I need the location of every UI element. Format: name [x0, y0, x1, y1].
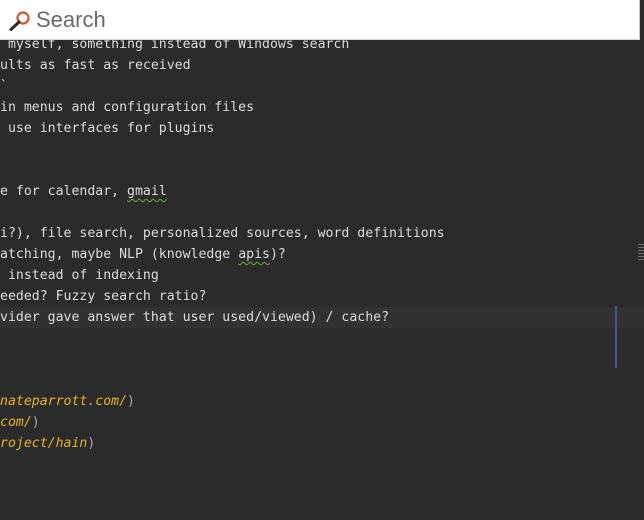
- scrollbar-grip[interactable]: [638, 244, 644, 266]
- text-cursor: [615, 306, 617, 368]
- link-text[interactable]: nateparrott.com/: [0, 394, 127, 409]
- editor-line: instead of indexing: [0, 268, 159, 283]
- link-text[interactable]: roject/hain: [0, 436, 87, 451]
- search-bar: [0, 0, 640, 40]
- editor-line: i?), file search, personalized sources, …: [0, 226, 445, 241]
- spell-error-word[interactable]: gmail: [127, 184, 167, 199]
- code-editor[interactable]: myself, something instead of Windows sea…: [0, 0, 644, 520]
- editor-line: roject/hain): [0, 433, 95, 454]
- editor-line-current: vider gave answer that user used/viewed)…: [0, 310, 390, 325]
- editor-line: ults as fast as received: [0, 58, 191, 73]
- search-input[interactable]: [36, 4, 626, 36]
- editor-line: com/): [0, 412, 40, 433]
- line-text: e for calendar,: [0, 184, 128, 199]
- line-text: atching, maybe NLP (knowledge: [0, 247, 239, 262]
- link-text[interactable]: com/: [0, 415, 32, 430]
- editor-line: nateparrott.com/): [0, 391, 135, 412]
- search-icon: [8, 10, 32, 32]
- paren: ): [127, 394, 135, 409]
- spell-error-word[interactable]: apis: [238, 247, 270, 262]
- editor-line: in menus and configuration files: [0, 100, 255, 115]
- editor-line: use interfaces for plugins: [0, 121, 215, 136]
- paren: ): [31, 415, 40, 430]
- paren: ): [87, 436, 96, 451]
- editor-line: `: [0, 79, 8, 94]
- editor-line: eeded? Fuzzy search ratio?: [0, 289, 207, 304]
- editor-line: e for calendar, gmail: [0, 181, 167, 202]
- line-text: )?: [269, 247, 286, 262]
- editor-line: atching, maybe NLP (knowledge apis)?: [0, 244, 286, 265]
